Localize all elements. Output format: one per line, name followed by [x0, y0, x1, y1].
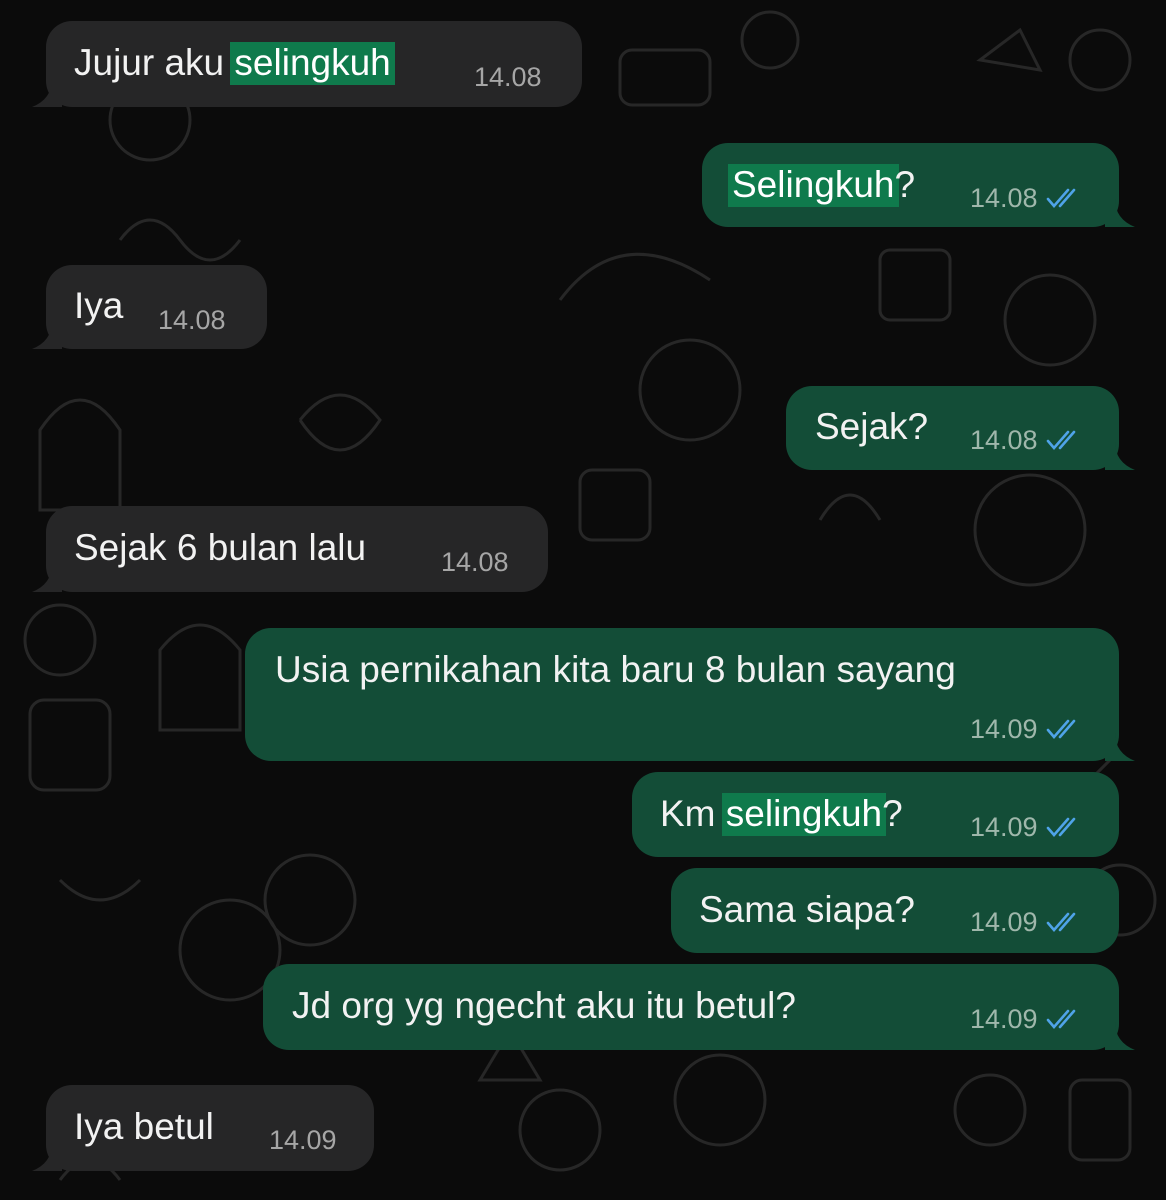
message-text: Sejak? — [815, 406, 929, 447]
message-text: Jd org yg ngecht aku itu betul? — [292, 985, 796, 1026]
chat-message-outgoing[interactable]: Sejak? 14.08 — [786, 386, 1135, 470]
message-text: Iya betul — [74, 1106, 214, 1147]
message-meta: 14.08 — [970, 425, 1082, 455]
message-time: 14.09 — [970, 812, 1038, 842]
message-time: 14.09 — [970, 1004, 1038, 1034]
message-text: Usia pernikahan kita baru 8 bulan sayang — [275, 649, 956, 690]
double-check-read-icon — [1046, 912, 1075, 932]
message-meta: 14.09 — [970, 714, 1082, 744]
double-check-read-icon — [1046, 430, 1075, 450]
search-highlight: selingkuh — [230, 42, 395, 85]
message-time: 14.09 — [970, 907, 1038, 937]
chat-message-outgoing[interactable]: Usia pernikahan kita baru 8 bulan sayang… — [245, 628, 1135, 761]
message-text: Jujur aku selingkuh — [74, 41, 395, 85]
message-time: 14.08 — [158, 305, 226, 335]
bubble-tail-icon — [32, 564, 62, 592]
message-text: Selingkuh? — [728, 163, 915, 207]
bubble-tail-icon — [1105, 442, 1135, 470]
bubble-tail-icon — [1105, 1022, 1135, 1050]
message-meta: 14.09 — [970, 1004, 1082, 1034]
message-time: 14.09 — [269, 1125, 337, 1155]
message-time: 14.08 — [970, 183, 1038, 213]
search-highlight: Selingkuh — [728, 164, 899, 207]
bubble-tail-icon — [1105, 199, 1135, 227]
message-text: Sejak 6 bulan lalu — [74, 527, 367, 568]
message-meta: 14.09 — [970, 812, 1082, 842]
bubble-tail-icon — [32, 321, 62, 349]
message-text: Sama siapa? — [699, 889, 915, 930]
bubble-tail-icon — [1105, 733, 1135, 761]
chat-message-outgoing[interactable]: Km selingkuh? 14.09 — [632, 772, 1119, 857]
chat-message-incoming[interactable]: Iya 14.08 — [32, 265, 267, 349]
message-time: 14.08 — [474, 62, 542, 92]
chat-message-incoming[interactable]: Iya betul 14.09 — [32, 1085, 374, 1171]
chat-message-outgoing[interactable]: Selingkuh? 14.08 — [702, 143, 1135, 227]
message-text: Km selingkuh? — [660, 793, 903, 836]
bubble-tail-icon — [32, 1143, 62, 1171]
chat-message-outgoing[interactable]: Jd org yg ngecht aku itu betul? 14.09 — [263, 964, 1135, 1050]
message-text: Iya — [74, 285, 124, 326]
chat-message-incoming[interactable]: Jujur aku selingkuh 14.08 — [32, 21, 582, 107]
message-time: 14.08 — [441, 547, 509, 577]
double-check-read-icon — [1046, 188, 1075, 208]
search-highlight: selingkuh — [721, 793, 887, 836]
bubble-tail-icon — [32, 79, 62, 107]
double-check-read-icon — [1046, 1009, 1075, 1029]
message-time: 14.08 — [970, 425, 1038, 455]
message-time: 14.09 — [970, 714, 1038, 744]
double-check-read-icon — [1046, 817, 1075, 837]
chat-message-outgoing[interactable]: Sama siapa? 14.09 — [671, 868, 1119, 953]
double-check-read-icon — [1046, 719, 1075, 739]
message-meta: 14.09 — [970, 907, 1082, 937]
message-meta: 14.08 — [970, 183, 1082, 213]
chat-message-incoming[interactable]: Sejak 6 bulan lalu 14.08 — [32, 506, 548, 592]
